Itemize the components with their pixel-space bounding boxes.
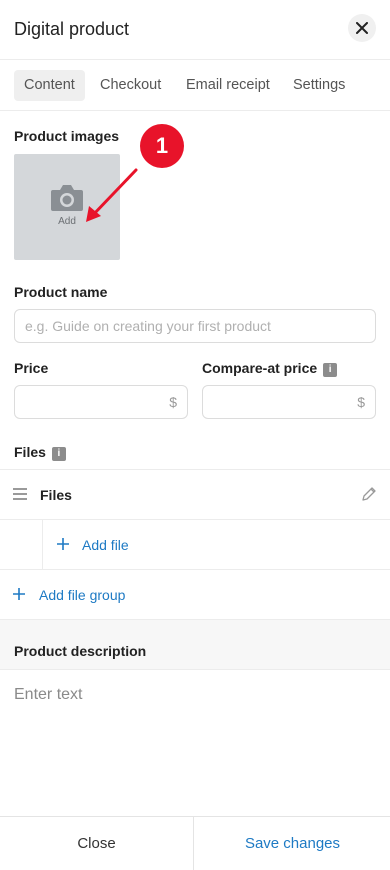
product-images-label: Product images bbox=[14, 128, 120, 144]
description-editor[interactable]: Enter text bbox=[14, 686, 82, 704]
pencil-icon[interactable] bbox=[361, 486, 377, 502]
add-file-button[interactable]: Add file bbox=[42, 520, 390, 570]
tab-email-receipt[interactable]: Email receipt bbox=[176, 70, 280, 101]
add-file-row: Add file bbox=[0, 519, 390, 570]
tab-content[interactable]: Content bbox=[14, 70, 85, 101]
compare-price-input[interactable] bbox=[203, 386, 375, 418]
close-button[interactable]: Close bbox=[0, 817, 194, 870]
file-group-row: Files bbox=[0, 469, 390, 520]
price-currency: $ bbox=[169, 394, 177, 410]
price-label: Price bbox=[14, 360, 49, 376]
info-icon[interactable]: i bbox=[323, 363, 338, 377]
product-name-field bbox=[14, 309, 376, 343]
compare-price-field: $ bbox=[202, 385, 376, 419]
add-file-group-label: Add file group bbox=[39, 587, 126, 603]
dialog-title: Digital product bbox=[14, 19, 130, 39]
description-label: Product description bbox=[14, 643, 147, 659]
add-file-label: Add file bbox=[82, 537, 129, 553]
save-changes-button[interactable]: Save changes bbox=[195, 817, 390, 870]
description-header: Product description bbox=[0, 619, 390, 670]
tab-bar: Content Checkout Email receipt Settings bbox=[0, 60, 390, 111]
files-label-row: Files i bbox=[14, 444, 66, 461]
callout-badge: 1 bbox=[140, 124, 184, 168]
price-field: $ bbox=[14, 385, 188, 419]
dialog-header: Digital product bbox=[0, 0, 390, 60]
close-icon[interactable] bbox=[348, 14, 376, 42]
tab-settings[interactable]: Settings bbox=[283, 70, 355, 101]
product-name-input[interactable] bbox=[15, 310, 375, 342]
add-file-group-row[interactable]: Add file group bbox=[0, 569, 390, 619]
info-icon[interactable]: i bbox=[51, 447, 66, 461]
plus-icon bbox=[57, 538, 69, 550]
file-group-name: Files bbox=[40, 487, 72, 503]
product-name-label: Product name bbox=[14, 284, 108, 300]
dialog-footer: Close Save changes bbox=[0, 816, 390, 870]
camera-icon bbox=[51, 185, 83, 211]
compare-price-label-row: Compare-at price i bbox=[202, 360, 338, 377]
tab-checkout[interactable]: Checkout bbox=[90, 70, 171, 101]
files-label: Files bbox=[14, 444, 46, 460]
drag-handle-icon[interactable] bbox=[13, 488, 27, 500]
plus-icon bbox=[13, 588, 25, 600]
compare-price-currency: $ bbox=[357, 394, 365, 410]
callout-arrow bbox=[86, 168, 138, 222]
compare-price-label: Compare-at price bbox=[202, 360, 318, 376]
price-input[interactable] bbox=[15, 386, 187, 418]
